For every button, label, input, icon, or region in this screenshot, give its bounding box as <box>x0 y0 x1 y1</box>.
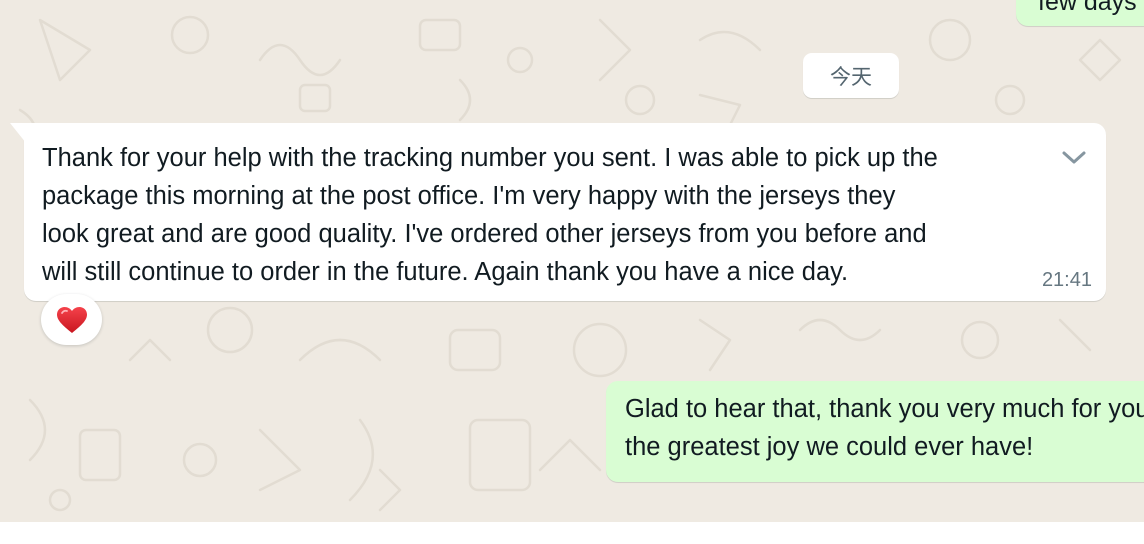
message-menu-button[interactable] <box>1058 143 1090 173</box>
incoming-message-text: Thank for your help with the tracking nu… <box>42 139 1082 291</box>
previous-message-text: few days <box>1038 0 1137 16</box>
outgoing-message-line: Glad to hear that, thank you very much f… <box>625 395 1144 423</box>
outgoing-message-text: Glad to hear that, thank you very much f… <box>625 390 1144 466</box>
incoming-message-line: Thank for your help with the tracking nu… <box>42 144 938 172</box>
incoming-message-line: will still continue to order in the futu… <box>42 258 849 286</box>
outgoing-message-line: the greatest joy we could ever have! <box>625 433 1034 461</box>
incoming-message-line: look great and are good quality. I've or… <box>42 220 927 248</box>
date-divider: 今天 <box>803 53 899 98</box>
heart-icon <box>56 306 87 333</box>
bottom-edge <box>0 522 1144 544</box>
message-timestamp: 21:41 <box>1041 269 1092 291</box>
reaction-badge[interactable] <box>41 294 102 345</box>
chat-area[interactable]: few days 今天 Thank for your help with the… <box>0 0 1144 522</box>
chevron-down-icon <box>1062 151 1086 164</box>
incoming-message-line: package this morning at the post office.… <box>42 182 896 210</box>
outgoing-message-bubble[interactable]: Glad to hear that, thank you very much f… <box>606 381 1144 482</box>
incoming-message-bubble[interactable]: Thank for your help with the tracking nu… <box>10 123 1106 301</box>
bubble-tail <box>10 123 26 143</box>
previous-outgoing-message[interactable]: few days <box>1016 0 1144 26</box>
